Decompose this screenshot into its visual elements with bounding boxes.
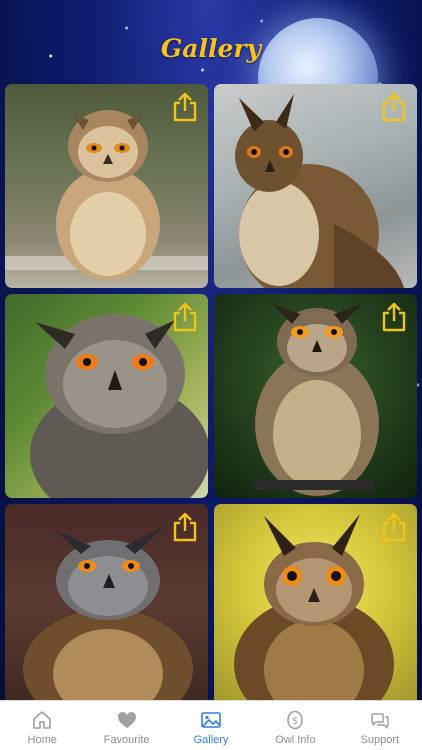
share-icon: [382, 302, 406, 332]
gallery-item[interactable]: [214, 84, 417, 288]
gallery-icon: [200, 710, 222, 730]
tab-home[interactable]: Home: [0, 701, 84, 750]
share-button[interactable]: [381, 302, 407, 332]
share-button[interactable]: [172, 512, 198, 542]
heart-icon: [116, 710, 138, 730]
tab-owl-info[interactable]: $ Owl Info: [253, 701, 337, 750]
share-button[interactable]: [172, 302, 198, 332]
svg-text:$: $: [292, 716, 298, 727]
share-icon: [382, 92, 406, 122]
tab-gallery[interactable]: Gallery: [169, 701, 253, 750]
tab-bar: Home Favourite Gallery $ Owl Info Suppor…: [0, 700, 422, 750]
gallery-item[interactable]: [5, 84, 208, 288]
share-icon: [382, 512, 406, 542]
tab-label: Home: [27, 734, 57, 746]
info-icon: $: [284, 710, 306, 730]
share-button[interactable]: [172, 92, 198, 122]
tab-label: Owl Info: [275, 734, 316, 746]
tab-label: Support: [360, 734, 400, 746]
gallery-grid: [5, 84, 417, 708]
gallery-item[interactable]: [5, 294, 208, 498]
tab-label: Favourite: [103, 734, 150, 746]
share-icon: [173, 92, 197, 122]
gallery-item[interactable]: [5, 504, 208, 708]
share-button[interactable]: [381, 512, 407, 542]
gallery-item[interactable]: [214, 504, 417, 708]
share-icon: [173, 302, 197, 332]
page-title: Gallery: [160, 34, 262, 63]
support-icon: [369, 710, 391, 730]
share-button[interactable]: [381, 92, 407, 122]
tab-support[interactable]: Support: [338, 701, 422, 750]
tab-favourite[interactable]: Favourite: [84, 701, 168, 750]
home-icon: [31, 710, 53, 730]
share-icon: [173, 512, 197, 542]
tab-label: Gallery: [193, 734, 229, 746]
gallery-item[interactable]: [214, 294, 417, 498]
